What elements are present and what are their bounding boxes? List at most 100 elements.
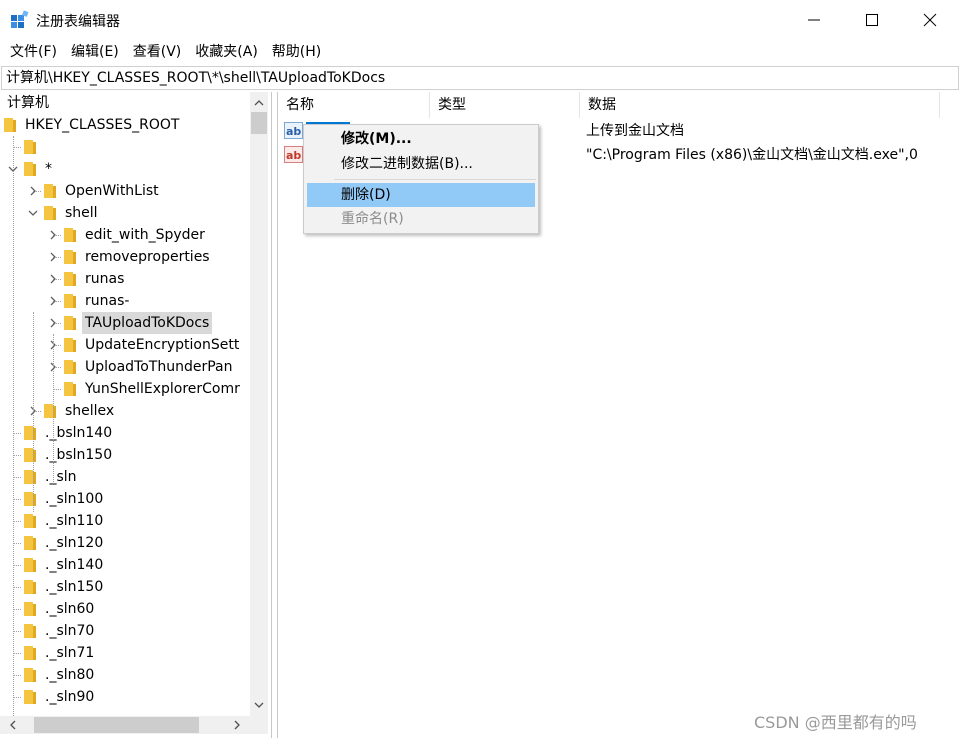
maximize-button[interactable]: [843, 0, 901, 40]
tree-item[interactable]: HKEY_CLASSES_ROOT: [0, 114, 250, 136]
tree-item[interactable]: ._sln110: [0, 510, 250, 532]
tree-item[interactable]: ._sln150: [0, 576, 250, 598]
string-value-icon: ab: [284, 146, 303, 163]
menu-separator: [334, 179, 536, 180]
column-header-name[interactable]: 名称: [278, 92, 430, 118]
maximize-icon: [866, 14, 878, 26]
tree-item[interactable]: ._bsln150: [0, 444, 250, 466]
folder-icon: [64, 272, 76, 286]
address-bar[interactable]: 计算机\HKEY_CLASSES_ROOT\*\shell\TAUploadTo…: [1, 66, 959, 90]
scroll-right-icon[interactable]: [228, 716, 246, 734]
close-icon: [923, 13, 937, 27]
tree-guide-line: [53, 334, 54, 482]
chevron-right-icon[interactable]: [48, 230, 58, 240]
menu-file[interactable]: 文件(F): [3, 41, 64, 63]
value-data: 上传到金山文档: [586, 123, 684, 139]
chevron-right-icon[interactable]: [48, 252, 58, 262]
menu-view[interactable]: 查看(V): [126, 41, 189, 63]
tree-guide-line: [13, 675, 21, 676]
folder-icon: [24, 426, 36, 440]
svg-text:ab: ab: [286, 149, 301, 162]
tree-item[interactable]: ._sln140: [0, 554, 250, 576]
menu-item-modify[interactable]: 修改(M)...: [307, 127, 535, 151]
tree-item[interactable]: YunShellExplorerComr: [0, 378, 250, 400]
string-value-icon: ab: [284, 122, 303, 139]
tree-guide-line: [13, 433, 21, 434]
folder-icon: [24, 162, 36, 176]
tree-root-computer[interactable]: 计算机: [0, 92, 250, 114]
scroll-thumb[interactable]: [251, 112, 267, 134]
tree-item[interactable]: removeproperties: [0, 246, 250, 268]
tree-item[interactable]: ._sln90: [0, 686, 250, 708]
tree-item[interactable]: UpdateEncryptionSett: [0, 334, 250, 356]
menu-edit[interactable]: 编辑(E): [64, 41, 126, 63]
column-header-type[interactable]: 类型: [430, 92, 580, 118]
folder-icon: [64, 382, 76, 396]
tree-item-label: ._sln60: [45, 601, 95, 617]
chevron-right-icon[interactable]: [48, 296, 58, 306]
folder-icon: [64, 338, 76, 352]
folder-icon: [4, 118, 16, 132]
context-menu: 修改(M)... 修改二进制数据(B)... 删除(D) 重命名(R): [303, 124, 539, 234]
tree-item-label: UpdateEncryptionSett: [85, 337, 240, 353]
tree-item[interactable]: shell: [0, 202, 250, 224]
tree-vertical-scrollbar[interactable]: [250, 92, 268, 716]
menu-help[interactable]: 帮助(H): [265, 41, 328, 63]
tree-item[interactable]: ._sln70: [0, 620, 250, 642]
tree-item[interactable]: runas-: [0, 290, 250, 312]
chevron-right-icon[interactable]: [48, 274, 58, 284]
folder-icon: [24, 470, 36, 484]
tree-guide-line: [53, 389, 61, 390]
tree-item-label: YunShellExplorerComr: [85, 381, 240, 397]
tree-item-label: ._sln80: [45, 667, 95, 683]
tree-item[interactable]: edit_with_Spyder: [0, 224, 250, 246]
tree-item[interactable]: [0, 136, 250, 158]
tree-item[interactable]: ._sln80: [0, 664, 250, 686]
tree-item[interactable]: OpenWithList: [0, 180, 250, 202]
minimize-button[interactable]: [785, 0, 843, 40]
tree-guide-line: [13, 587, 21, 588]
tree-item[interactable]: TAUploadToKDocs: [0, 312, 250, 334]
tree-item[interactable]: ._sln120: [0, 532, 250, 554]
tree-pane: 计算机 HKEY_CLASSES_ROOT * OpenWithList shell e…: [0, 92, 272, 738]
menu-favorites[interactable]: 收藏夹(A): [188, 41, 265, 63]
tree-item-label: shellex: [65, 403, 115, 419]
tree-item[interactable]: *: [0, 158, 250, 180]
tree-item[interactable]: ._sln100: [0, 488, 250, 510]
menu-item-rename[interactable]: 重命名(R): [307, 207, 535, 231]
tree-item[interactable]: ._sln71: [0, 642, 250, 664]
tree-item-label: 计算机: [7, 95, 49, 111]
menu-item-delete[interactable]: 删除(D): [307, 183, 535, 207]
menu-item-modify-binary[interactable]: 修改二进制数据(B)...: [307, 152, 535, 176]
tree-item-label: *: [45, 161, 52, 177]
chevron-right-icon[interactable]: [28, 186, 38, 196]
scroll-left-icon[interactable]: [4, 716, 22, 734]
scroll-up-icon[interactable]: [250, 94, 268, 112]
folder-icon: [24, 624, 36, 638]
column-header-data[interactable]: 数据: [580, 92, 940, 118]
folder-icon: [24, 140, 36, 154]
tree-item[interactable]: ._sln: [0, 466, 250, 488]
tree-item[interactable]: ._bsln140: [0, 422, 250, 444]
value-data: "C:\Program Files (x86)\金山文档\金山文档.exe",0: [586, 147, 918, 163]
scroll-thumb-horizontal[interactable]: [34, 717, 199, 733]
tree-item-label: removeproperties: [85, 249, 210, 265]
folder-icon: [64, 360, 76, 374]
tree-item[interactable]: ._sln60: [0, 598, 250, 620]
tree-horizontal-scrollbar[interactable]: [0, 716, 268, 734]
tree-item-label: shell: [65, 205, 98, 221]
tree-item[interactable]: shellex: [0, 400, 250, 422]
tree-item[interactable]: runas: [0, 268, 250, 290]
close-button[interactable]: [901, 0, 959, 40]
registry-editor-icon: [11, 10, 29, 28]
watermark: CSDN @西里都有的吗: [754, 713, 917, 732]
chevron-down-icon[interactable]: [28, 208, 38, 218]
tree-item-label: ._sln150: [45, 579, 104, 595]
tree-guide-line: [33, 312, 34, 512]
tree-item[interactable]: UploadToThunderPan: [0, 356, 250, 378]
tree-view[interactable]: 计算机 HKEY_CLASSES_ROOT * OpenWithList shell e…: [0, 92, 250, 716]
chevron-right-icon[interactable]: [48, 318, 58, 328]
tree-item-label: UploadToThunderPan: [85, 359, 233, 375]
svg-text:ab: ab: [286, 125, 301, 138]
scroll-down-icon[interactable]: [250, 696, 268, 714]
